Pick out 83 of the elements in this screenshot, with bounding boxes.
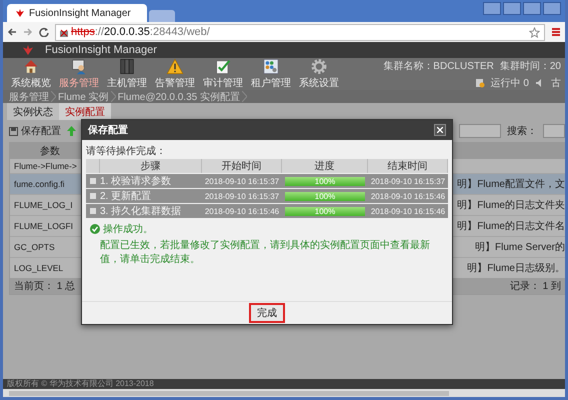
step-cell: 2. 更新配置 xyxy=(100,189,202,203)
nav-item[interactable]: 系统概览 xyxy=(7,58,55,90)
progress-percent: 100% xyxy=(314,192,336,200)
save-config-button[interactable]: 保存配置 xyxy=(9,124,61,138)
nav-item[interactable]: 审计管理 xyxy=(199,58,247,90)
nav-item[interactable]: 服务管理 xyxy=(55,58,103,90)
parameter-name: LOG_LEVEL xyxy=(13,263,64,273)
parameter-name: fume.config.fi xyxy=(13,179,66,189)
user-button[interactable] xyxy=(483,2,501,15)
breadcrumb-item[interactable]: Flume@20.0.0.35 实例配置 xyxy=(118,90,240,104)
reload-icon[interactable] xyxy=(39,27,49,37)
nav-item[interactable]: 主机管理 xyxy=(103,58,151,90)
breadcrumb-item[interactable]: Flume 实例 xyxy=(58,90,109,104)
page-tab[interactable]: 实例状态 xyxy=(7,103,59,120)
flower-logo-icon xyxy=(15,9,25,17)
chevron-icon xyxy=(242,91,247,102)
cluster-time: 集群时间：20 xyxy=(500,60,561,72)
forward-arrow-icon[interactable] xyxy=(23,27,33,37)
copyright-text: 版权所有 © 华为技术有限公司 2013-2018 xyxy=(3,379,565,389)
bullet-icon xyxy=(90,208,96,214)
broken-lock-icon xyxy=(60,28,68,36)
parameter-name: GC_OPTS xyxy=(13,242,56,252)
running-count[interactable]: 运行中 0 xyxy=(490,76,529,90)
column-header: 开始时间 xyxy=(202,159,282,173)
end-time-cell: 2018-09-10 16:15:37 xyxy=(368,174,448,188)
host-status-icon xyxy=(474,78,485,88)
close-button[interactable] xyxy=(434,124,446,136)
success-check-icon xyxy=(90,224,100,234)
parameter-description: 明】Flume的日志文件名 xyxy=(457,220,565,233)
cut-off-label: 古 xyxy=(551,76,561,90)
nav-item[interactable]: 租户管理 xyxy=(247,58,295,90)
success-message: 配置已生效，若批量修改了实例配置，请到具体的实例配置页面中查看最新值，请单击完成结束。 xyxy=(99,238,431,266)
address-field[interactable]: https://20.0.0.35:28443/web/ xyxy=(55,24,545,40)
scrollbar-thumb[interactable] xyxy=(9,390,449,396)
nav-item[interactable]: 系统设置 xyxy=(295,58,343,90)
parameter-description: 明】Flume的日志文件夹 xyxy=(457,198,565,212)
end-time-cell: 2018-09-10 16:15:46 xyxy=(368,189,448,203)
app-title: FusionInsight Manager xyxy=(45,44,157,56)
menu-icon[interactable] xyxy=(551,27,561,37)
settings-icon xyxy=(309,58,329,75)
header-cell xyxy=(86,159,100,173)
end-time-cell: 2018-09-10 16:15:46 xyxy=(368,204,448,218)
chevron-icon xyxy=(51,91,56,102)
column-header: 步骤 xyxy=(100,159,202,173)
dialog-title: 保存配置 xyxy=(88,124,128,137)
up-arrow-icon[interactable] xyxy=(67,126,76,136)
minimize-button[interactable] xyxy=(503,2,521,15)
flower-logo-icon xyxy=(21,45,35,55)
back-arrow-icon[interactable] xyxy=(7,27,17,37)
breadcrumb-item[interactable]: 服务管理 xyxy=(9,90,49,104)
bullet-icon xyxy=(90,178,96,184)
scrollbar[interactable] xyxy=(3,389,565,397)
dropdown[interactable] xyxy=(459,124,501,138)
parameter-description: 明】Flume Server的 xyxy=(474,240,565,254)
page-info: 当前页： 1 总 xyxy=(14,280,76,293)
finish-button[interactable]: 完成 xyxy=(249,303,285,323)
column-header: 结束时间 xyxy=(368,159,448,173)
parameter-description: 明】Flume日志级别。 xyxy=(467,262,565,275)
record-info: 记录： 1 到 xyxy=(510,280,561,293)
start-time-cell: 2018-09-10 16:15:46 xyxy=(202,204,282,218)
step-cell: 1. 校验请求参数 xyxy=(100,174,202,188)
search-field[interactable] xyxy=(543,124,565,138)
page-tab[interactable]: 实例配置 xyxy=(59,103,111,120)
search-label: 搜索： xyxy=(507,124,537,138)
step-cell: 3. 持久化集群数据 xyxy=(100,204,202,218)
parameter-name: FLUME_LOG_I xyxy=(13,200,74,210)
parameter-name: FLUME_LOGFI xyxy=(13,221,74,231)
bullet-icon xyxy=(90,193,96,199)
close-icon xyxy=(437,127,443,133)
star-icon[interactable] xyxy=(529,26,540,38)
wait-prompt: 请等待操作完成： xyxy=(86,144,167,158)
column-header: 进度 xyxy=(282,159,368,173)
cluster-name: 集群名称：BDCLUSTER xyxy=(383,60,494,72)
parameter-description: 明】Flume配置文件，文 xyxy=(457,178,565,191)
success-title: 操作成功。 xyxy=(103,222,153,236)
start-time-cell: 2018-09-10 16:15:37 xyxy=(202,174,282,188)
start-time-cell: 2018-09-10 16:15:37 xyxy=(202,189,282,203)
progress-percent: 100% xyxy=(314,176,336,186)
progress-percent: 100% xyxy=(314,206,336,216)
maximize-button[interactable] xyxy=(523,2,541,15)
browser-tab[interactable]: FusionInsight Manager xyxy=(7,4,147,22)
nav-item[interactable]: 告警管理 xyxy=(151,58,199,90)
chevron-icon xyxy=(110,91,116,102)
